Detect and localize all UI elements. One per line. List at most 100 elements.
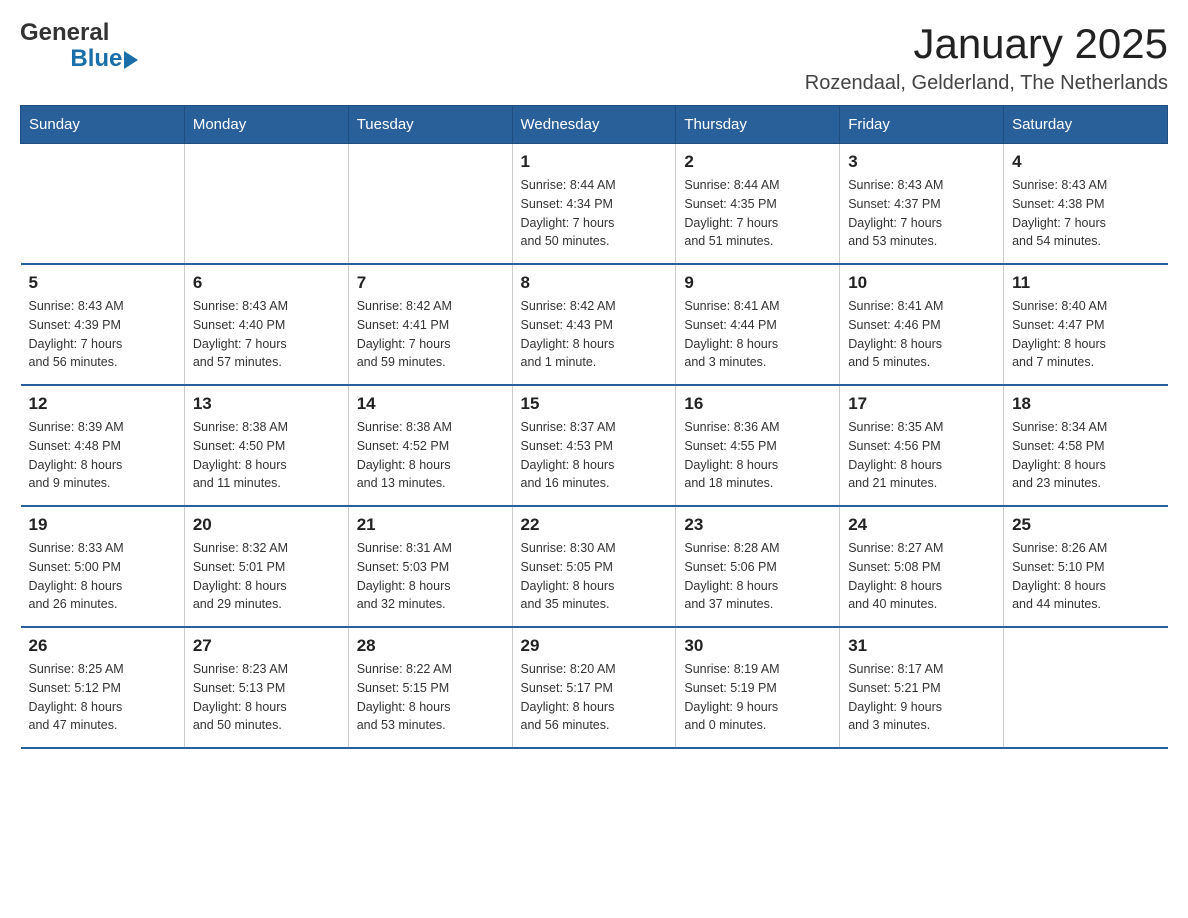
day-info: Sunrise: 8:26 AM Sunset: 5:10 PM Dayligh… xyxy=(1012,539,1159,614)
day-cell: 12Sunrise: 8:39 AM Sunset: 4:48 PM Dayli… xyxy=(21,385,185,506)
day-info: Sunrise: 8:41 AM Sunset: 4:46 PM Dayligh… xyxy=(848,297,995,372)
subtitle: Rozendaal, Gelderland, The Netherlands xyxy=(805,72,1168,95)
day-cell: 4Sunrise: 8:43 AM Sunset: 4:38 PM Daylig… xyxy=(1004,144,1168,265)
day-cell: 19 Sunrise: 8:33 AM Sunset: 5:00 PM Dayli… xyxy=(21,506,185,627)
day-cell: 31 Sunrise: 8:17 AM Sunset: 5:21 PM Dayli… xyxy=(840,627,1004,748)
header: General Blue January 2025 Rozendaal, Gel… xyxy=(20,20,1168,95)
calendar-table: SundayMondayTuesdayWednesdayThursdayFrid… xyxy=(20,105,1168,749)
day-cell: 26 Sunrise: 8:25 AM Sunset: 5:12 PM Dayli… xyxy=(21,627,185,748)
day-number: 11 xyxy=(1012,273,1159,293)
day-number: 13 xyxy=(193,394,340,414)
day-cell: 11 Sunrise: 8:40 AM Sunset: 4:47 PM Dayli… xyxy=(1004,264,1168,385)
day-info: Sunrise: 8:43 AM Sunset: 4:40 PM Dayligh… xyxy=(193,297,340,372)
day-number: 19 xyxy=(29,515,176,535)
day-info: Sunrise: 8:27 AM Sunset: 5:08 PM Dayligh… xyxy=(848,539,995,614)
day-cell: 30 Sunrise: 8:19 AM Sunset: 5:19 PM Dayli… xyxy=(676,627,840,748)
day-of-week-saturday: Saturday xyxy=(1004,106,1168,144)
day-of-week-wednesday: Wednesday xyxy=(512,106,676,144)
day-cell: 3 Sunrise: 8:43 AM Sunset: 4:37 PM Daylig… xyxy=(840,144,1004,265)
day-info: Sunrise: 8:43 AM Sunset: 4:38 PM Dayligh… xyxy=(1012,176,1159,251)
week-row-1: 1 Sunrise: 8:44 AM Sunset: 4:34 PM Daylig… xyxy=(21,144,1168,265)
day-cell: 5 Sunrise: 8:43 AM Sunset: 4:39 PM Daylig… xyxy=(21,264,185,385)
day-of-week-friday: Friday xyxy=(840,106,1004,144)
day-info: Sunrise: 8:28 AM Sunset: 5:06 PM Dayligh… xyxy=(684,539,831,614)
day-cell xyxy=(348,144,512,265)
day-number: 3 xyxy=(848,152,995,172)
week-row-5: 26 Sunrise: 8:25 AM Sunset: 5:12 PM Dayli… xyxy=(21,627,1168,748)
day-number: 18 xyxy=(1012,394,1159,414)
day-info: Sunrise: 8:31 AM Sunset: 5:03 PM Dayligh… xyxy=(357,539,504,614)
day-number: 16 xyxy=(684,394,831,414)
day-info: Sunrise: 8:38 AM Sunset: 4:50 PM Dayligh… xyxy=(193,418,340,493)
day-cell: 18 Sunrise: 8:34 AM Sunset: 4:58 PM Dayli… xyxy=(1004,385,1168,506)
day-number: 7 xyxy=(357,273,504,293)
day-cell: 23 Sunrise: 8:28 AM Sunset: 5:06 PM Dayli… xyxy=(676,506,840,627)
week-row-2: 5 Sunrise: 8:43 AM Sunset: 4:39 PM Daylig… xyxy=(21,264,1168,385)
day-number: 5 xyxy=(29,273,176,293)
day-info: Sunrise: 8:42 AM Sunset: 4:41 PM Dayligh… xyxy=(357,297,504,372)
calendar-body: 1 Sunrise: 8:44 AM Sunset: 4:34 PM Daylig… xyxy=(21,144,1168,749)
day-info: Sunrise: 8:42 AM Sunset: 4:43 PM Dayligh… xyxy=(521,297,668,372)
day-cell: 27Sunrise: 8:23 AM Sunset: 5:13 PM Dayli… xyxy=(184,627,348,748)
day-cell: 13 Sunrise: 8:38 AM Sunset: 4:50 PM Dayli… xyxy=(184,385,348,506)
day-number: 15 xyxy=(521,394,668,414)
day-cell xyxy=(1004,627,1168,748)
day-number: 26 xyxy=(29,636,176,656)
day-number: 8 xyxy=(521,273,668,293)
day-number: 25 xyxy=(1012,515,1159,535)
day-of-week-thursday: Thursday xyxy=(676,106,840,144)
day-info: Sunrise: 8:17 AM Sunset: 5:21 PM Dayligh… xyxy=(848,660,995,735)
day-cell: 24 Sunrise: 8:27 AM Sunset: 5:08 PM Dayli… xyxy=(840,506,1004,627)
day-number: 31 xyxy=(848,636,995,656)
day-cell: 9 Sunrise: 8:41 AM Sunset: 4:44 PM Daylig… xyxy=(676,264,840,385)
day-number: 14 xyxy=(357,394,504,414)
page-title: January 2025 xyxy=(805,20,1168,68)
day-number: 9 xyxy=(684,273,831,293)
day-cell: 25 Sunrise: 8:26 AM Sunset: 5:10 PM Dayli… xyxy=(1004,506,1168,627)
day-cell: 16 Sunrise: 8:36 AM Sunset: 4:55 PM Dayli… xyxy=(676,385,840,506)
day-number: 6 xyxy=(193,273,340,293)
day-number: 17 xyxy=(848,394,995,414)
day-info: Sunrise: 8:37 AM Sunset: 4:53 PM Dayligh… xyxy=(521,418,668,493)
day-info: Sunrise: 8:34 AM Sunset: 4:58 PM Dayligh… xyxy=(1012,418,1159,493)
day-info: Sunrise: 8:40 AM Sunset: 4:47 PM Dayligh… xyxy=(1012,297,1159,372)
day-cell: 10 Sunrise: 8:41 AM Sunset: 4:46 PM Dayli… xyxy=(840,264,1004,385)
title-area: January 2025 Rozendaal, Gelderland, The … xyxy=(805,20,1168,95)
day-cell: 29 Sunrise: 8:20 AM Sunset: 5:17 PM Dayli… xyxy=(512,627,676,748)
day-info: Sunrise: 8:43 AM Sunset: 4:39 PM Dayligh… xyxy=(29,297,176,372)
day-info: Sunrise: 8:38 AM Sunset: 4:52 PM Dayligh… xyxy=(357,418,504,493)
day-cell: 8 Sunrise: 8:42 AM Sunset: 4:43 PM Daylig… xyxy=(512,264,676,385)
day-cell: 1 Sunrise: 8:44 AM Sunset: 4:34 PM Daylig… xyxy=(512,144,676,265)
day-of-week-sunday: Sunday xyxy=(21,106,185,144)
day-info: Sunrise: 8:36 AM Sunset: 4:55 PM Dayligh… xyxy=(684,418,831,493)
day-number: 2 xyxy=(684,152,831,172)
day-info: Sunrise: 8:44 AM Sunset: 4:34 PM Dayligh… xyxy=(521,176,668,251)
day-number: 29 xyxy=(521,636,668,656)
day-info: Sunrise: 8:32 AM Sunset: 5:01 PM Dayligh… xyxy=(193,539,340,614)
day-info: Sunrise: 8:22 AM Sunset: 5:15 PM Dayligh… xyxy=(357,660,504,735)
day-number: 12 xyxy=(29,394,176,414)
day-info: Sunrise: 8:30 AM Sunset: 5:05 PM Dayligh… xyxy=(521,539,668,614)
day-info: Sunrise: 8:44 AM Sunset: 4:35 PM Dayligh… xyxy=(684,176,831,251)
logo: General Blue xyxy=(20,20,125,73)
day-info: Sunrise: 8:33 AM Sunset: 5:00 PM Dayligh… xyxy=(29,539,176,614)
day-info: Sunrise: 8:41 AM Sunset: 4:44 PM Dayligh… xyxy=(684,297,831,372)
day-of-week-monday: Monday xyxy=(184,106,348,144)
day-cell xyxy=(21,144,185,265)
day-cell: 21Sunrise: 8:31 AM Sunset: 5:03 PM Dayli… xyxy=(348,506,512,627)
day-cell xyxy=(184,144,348,265)
day-info: Sunrise: 8:25 AM Sunset: 5:12 PM Dayligh… xyxy=(29,660,176,735)
day-info: Sunrise: 8:23 AM Sunset: 5:13 PM Dayligh… xyxy=(193,660,340,735)
day-number: 30 xyxy=(684,636,831,656)
day-number: 23 xyxy=(684,515,831,535)
day-cell: 22 Sunrise: 8:30 AM Sunset: 5:05 PM Dayli… xyxy=(512,506,676,627)
day-number: 10 xyxy=(848,273,995,293)
day-number: 22 xyxy=(521,515,668,535)
day-cell: 14 Sunrise: 8:38 AM Sunset: 4:52 PM Dayli… xyxy=(348,385,512,506)
day-number: 1 xyxy=(521,152,668,172)
day-info: Sunrise: 8:19 AM Sunset: 5:19 PM Dayligh… xyxy=(684,660,831,735)
calendar-header: SundayMondayTuesdayWednesdayThursdayFrid… xyxy=(21,106,1168,144)
day-info: Sunrise: 8:20 AM Sunset: 5:17 PM Dayligh… xyxy=(521,660,668,735)
day-info: Sunrise: 8:43 AM Sunset: 4:37 PM Dayligh… xyxy=(848,176,995,251)
day-number: 24 xyxy=(848,515,995,535)
